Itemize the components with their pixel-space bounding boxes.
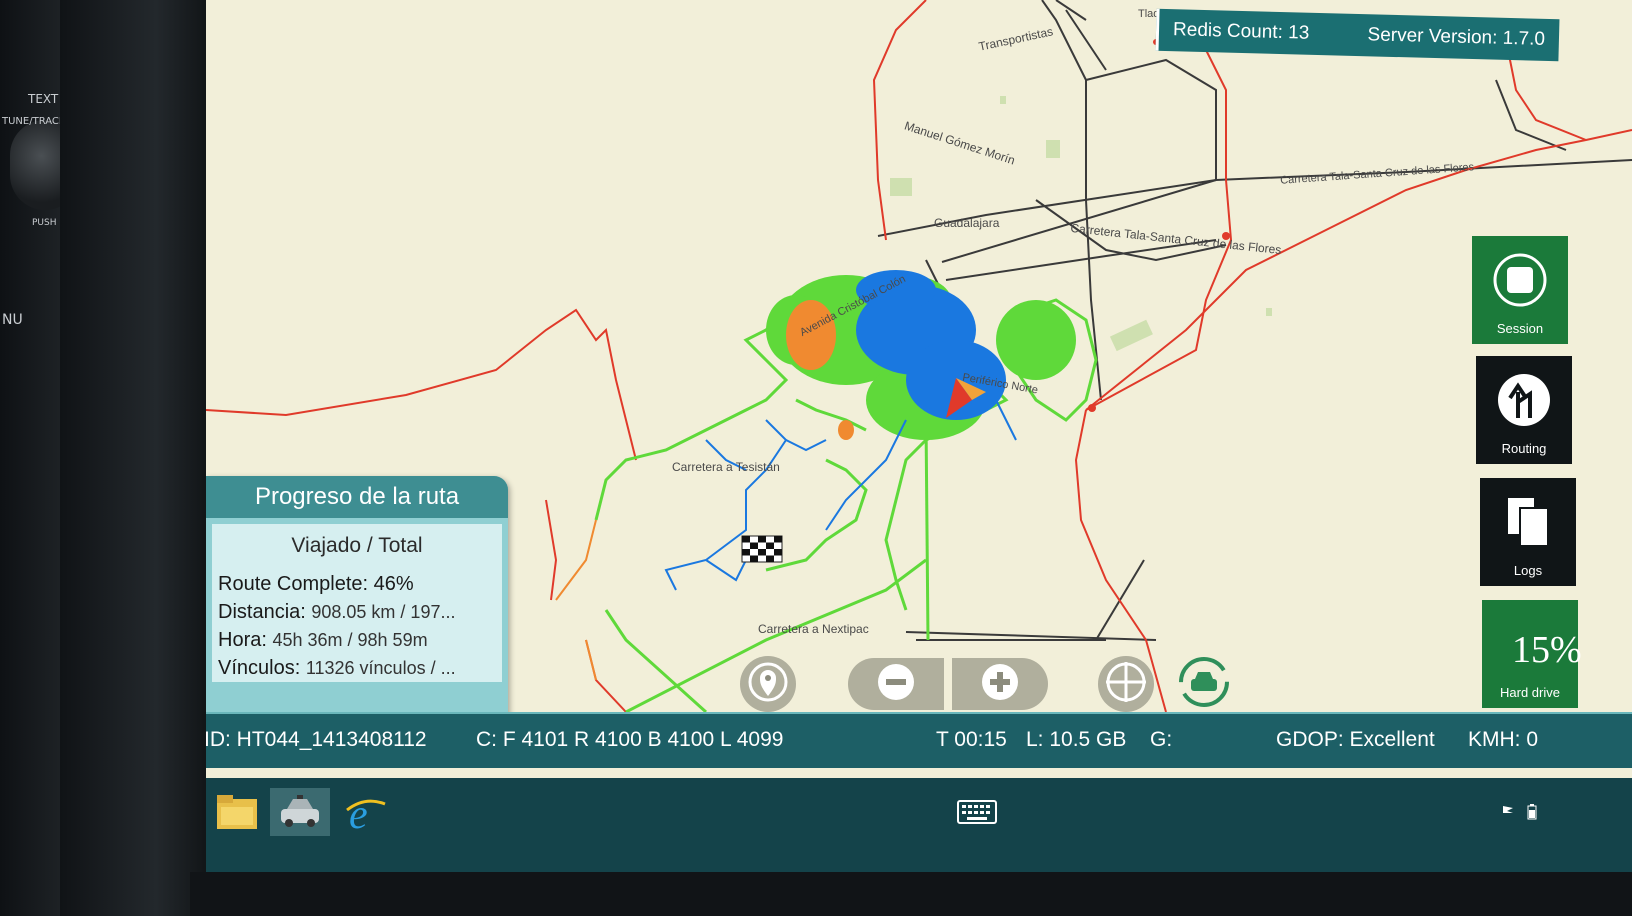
map-label-tesistan: Carretera a Tesistán: [672, 460, 780, 474]
hard-drive-tile: 15% Hard drive: [1482, 600, 1582, 708]
zoom-in-button[interactable]: [952, 658, 1048, 710]
time-label: Hora:: [218, 629, 267, 651]
taskbar: e: [206, 778, 1632, 872]
route-trace-orange-lines: [555, 519, 597, 681]
links-value: 11326 vínculos / ...: [305, 658, 456, 678]
map-label-guadalajara: Guadalajara: [934, 216, 1000, 230]
links-label: Vínculos:: [218, 657, 301, 679]
route-complete-row: Route Complete: 46%: [218, 570, 496, 598]
time-row: Hora: 45h 36m / 98h 59m: [218, 626, 496, 654]
internet-explorer-icon[interactable]: e: [340, 788, 390, 836]
status-bar: ID: HT044_1413408112 C: F 4101 R 4100 B …: [206, 712, 1632, 768]
car-app-icon[interactable]: [270, 788, 330, 836]
battery-tray-icon[interactable]: [1522, 788, 1542, 836]
tablet-bottom-bezel: [190, 872, 1632, 916]
tablet-bezel: [60, 0, 220, 916]
dashboard-tune-label: TUNE/TRACK: [2, 116, 66, 127]
sensor-counters: C: F 4101 R 4100 B 4100 L 4099: [476, 728, 784, 751]
gdop-status: GDOP: Excellent: [1276, 728, 1435, 751]
redis-count: Redis Count: 13: [1172, 19, 1310, 44]
folder-icon[interactable]: [212, 788, 262, 836]
logs-button[interactable]: Logs: [1480, 478, 1576, 586]
stop-icon: [1492, 252, 1548, 308]
panel-body: Viajado / Total Route Complete: 46% Dist…: [212, 524, 502, 682]
dashboard-menu-label: NU: [2, 312, 23, 328]
map-label-nextipac: Carretera a Nextipac: [758, 622, 869, 636]
panel-title: Progreso de la ruta: [206, 476, 508, 518]
plus-icon: [980, 662, 1020, 707]
session-label: Session: [1496, 321, 1544, 336]
keyboard-icon[interactable]: [952, 788, 1002, 836]
panel-subtitle: Viajado / Total: [291, 534, 423, 557]
route-turn-icon: [1496, 372, 1552, 428]
location-button[interactable]: [740, 656, 796, 712]
minus-icon: [876, 662, 916, 707]
car-rotate-icon: [1177, 655, 1231, 714]
dashboard-text-button: TEXT: [28, 92, 59, 106]
crosshair-icon: [1104, 660, 1148, 709]
speed-value: KMH: 0: [1468, 728, 1539, 751]
flag-tray-icon[interactable]: [1496, 788, 1520, 836]
follow-car-button[interactable]: [1174, 654, 1234, 714]
documents-icon: [1500, 494, 1556, 550]
routing-button[interactable]: Routing: [1476, 356, 1572, 464]
vehicle-id: ID: HT044_1413408112: [206, 728, 427, 751]
time-value: 45h 36m / 98h 59m: [272, 630, 428, 650]
map-pin-icon: [748, 660, 788, 709]
dashboard-push-label: PUSH: [32, 218, 57, 228]
distance-value: 908.05 km / 197...: [311, 602, 456, 622]
checkered-flag-icon: [741, 535, 783, 563]
route-progress-panel: Progreso de la ruta Viajado / Total Rout…: [206, 476, 508, 732]
storage-value: L: 10.5 GB: [1026, 728, 1127, 751]
logs-label: Logs: [1513, 563, 1543, 578]
center-map-button[interactable]: [1098, 656, 1154, 712]
distance-label: Distancia:: [218, 601, 306, 623]
elapsed-time: T 00:15: [936, 728, 1007, 751]
links-row: Vínculos: 11326 vínculos / ...: [218, 654, 496, 682]
session-button[interactable]: Session: [1472, 236, 1568, 344]
route-complete-value: 46%: [373, 573, 414, 595]
gps-value: G:: [1150, 728, 1173, 751]
tablet-screen: Transportistas Manuel Gómez Morín Guadal…: [206, 0, 1632, 872]
routing-label: Routing: [1501, 441, 1547, 456]
svg-text:e: e: [349, 792, 368, 834]
hard-drive-percent: 15%: [1512, 629, 1582, 671]
server-version: Server Version: 1.7.0: [1367, 24, 1546, 50]
zoom-out-button[interactable]: [848, 658, 944, 710]
distance-row: Distancia: 908.05 km / 197...: [218, 598, 496, 626]
hard-drive-label: Hard drive: [1500, 685, 1560, 700]
route-complete-label: Route Complete:: [218, 573, 369, 595]
